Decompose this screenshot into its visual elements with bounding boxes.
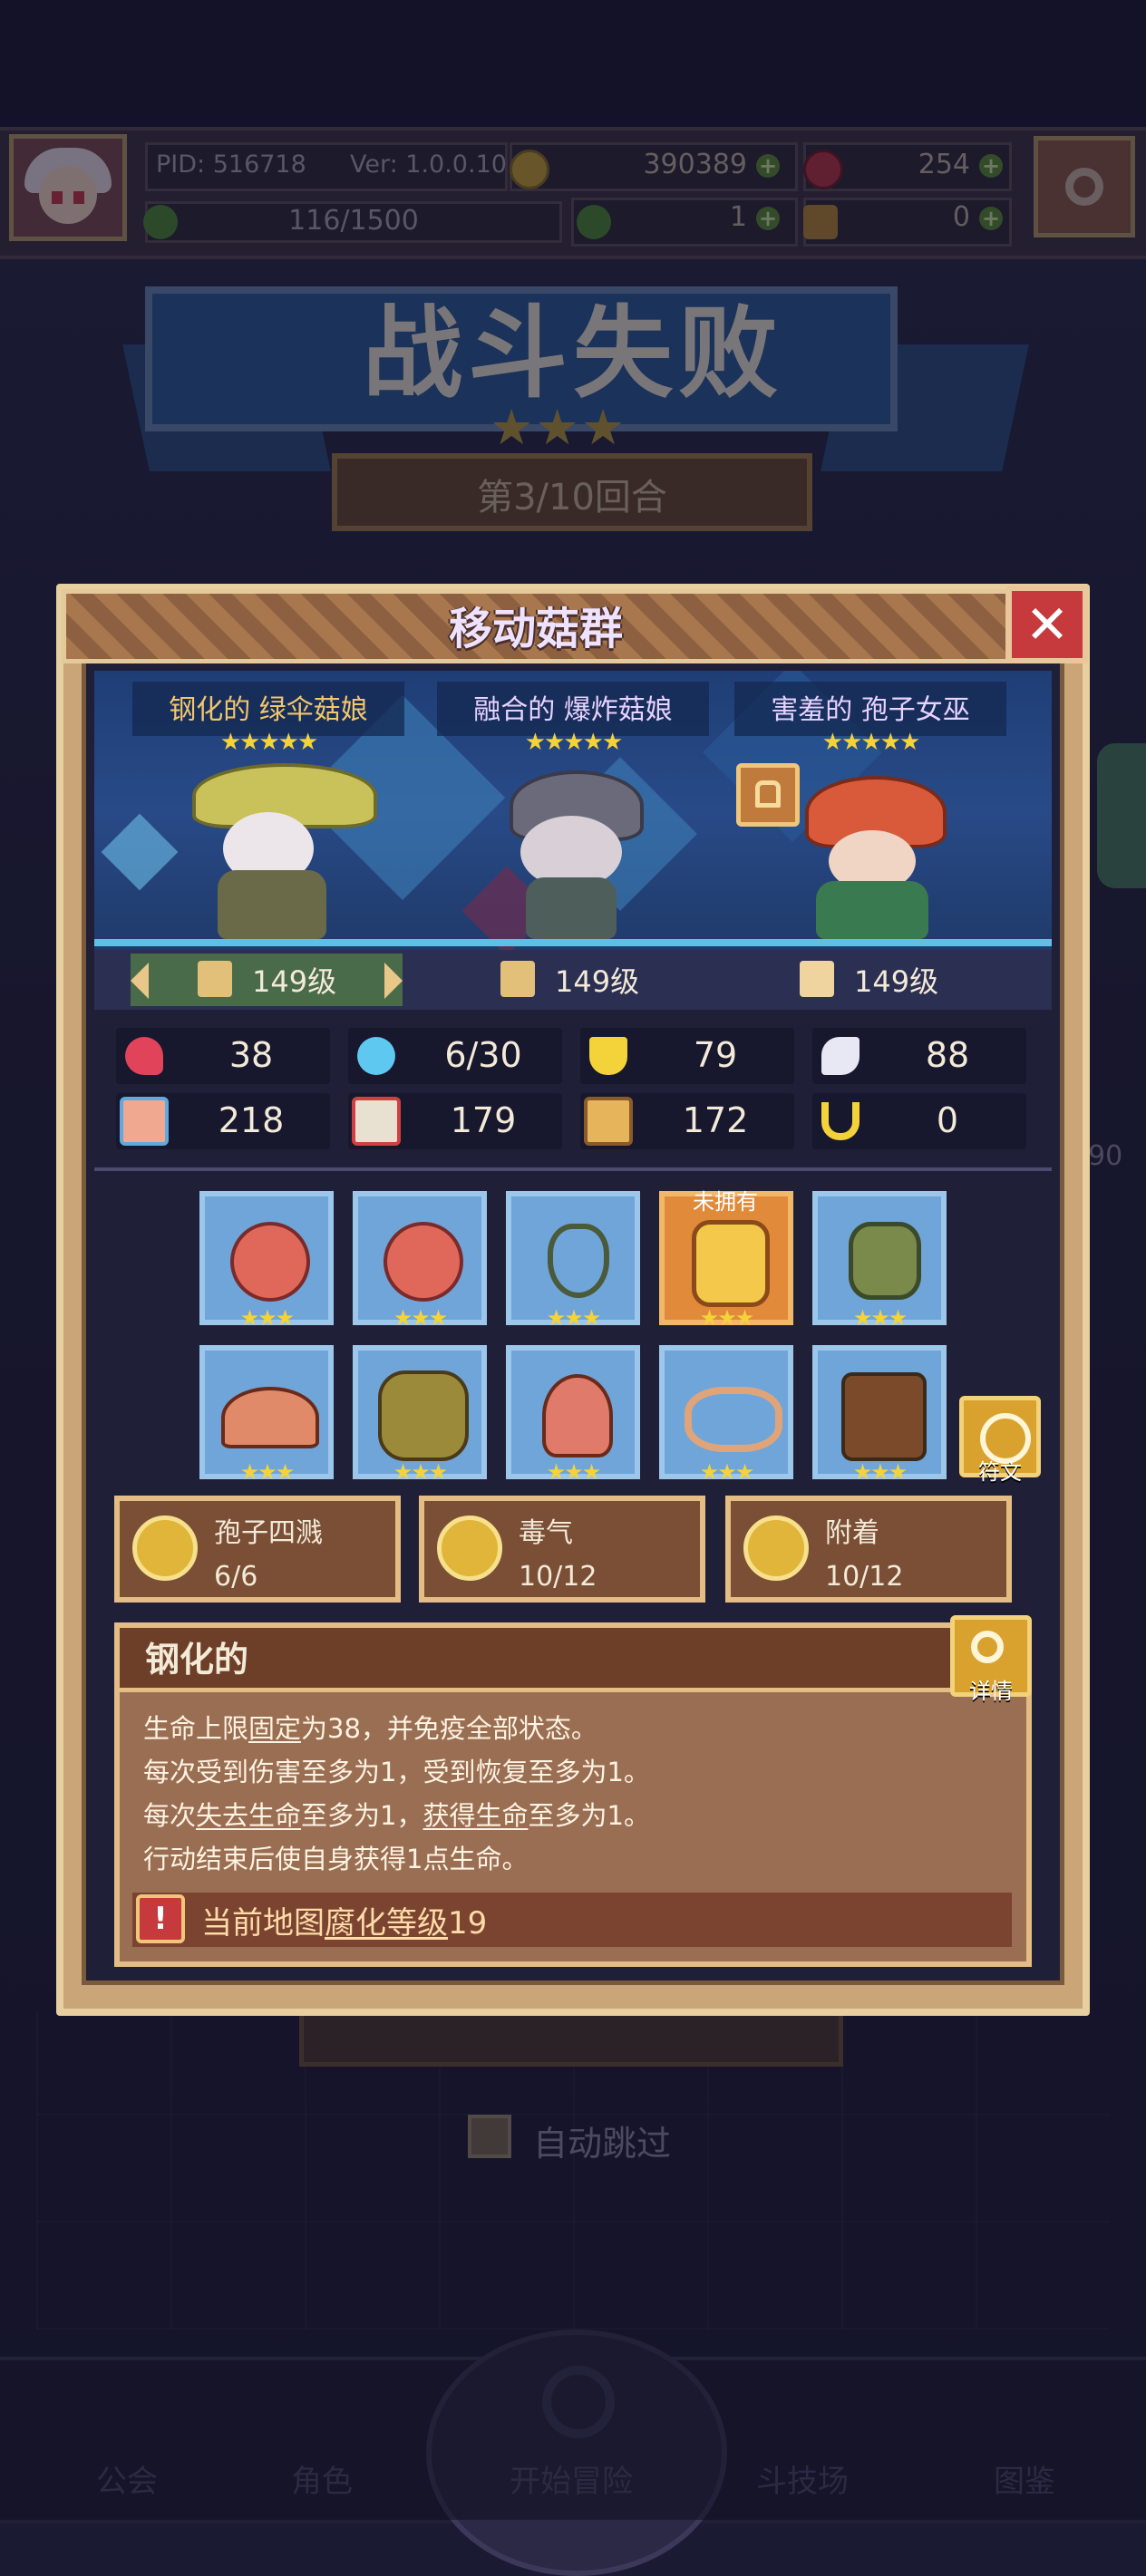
trait-line-1: 生命上限固定为38，并免疫全部状态。 xyxy=(143,1713,597,1744)
equip-slot-1-stars: ★★★ xyxy=(239,1305,296,1331)
fist-icon xyxy=(120,1097,169,1146)
equip-slot-3-stars: ★★★ xyxy=(546,1305,602,1331)
equip-slot-9-stars: ★★★ xyxy=(699,1459,755,1485)
close-button[interactable]: ✕ xyxy=(1006,586,1088,663)
trait-line-4: 行动结束后使自身获得1点生命。 xyxy=(143,1844,529,1874)
char3-body xyxy=(816,881,928,939)
detail-label: 详情 xyxy=(969,1679,1013,1704)
stat-defense-value: 79 xyxy=(693,1035,738,1075)
char3-stars: ★★★★★ xyxy=(821,729,921,756)
equip-slot-10-stars: ★★★ xyxy=(852,1459,908,1485)
chest-armor-icon xyxy=(692,1220,770,1307)
water-drop-icon xyxy=(357,1037,395,1075)
mushroom-icon xyxy=(542,1374,613,1457)
char2-name: 融合的 爆炸菇娘 xyxy=(473,694,673,726)
char1-body xyxy=(218,870,326,939)
equip-slot-4-stars: ★★★ xyxy=(699,1305,755,1331)
mushroom-cap-icon xyxy=(221,1387,319,1448)
rune-label: 符文 xyxy=(978,1459,1022,1485)
equip-slot-8-stars: ★★★ xyxy=(546,1459,602,1485)
lose-life-keyword[interactable]: 失去生命 xyxy=(196,1800,301,1831)
skill-3-name: 附着 xyxy=(825,1517,879,1549)
boots-icon xyxy=(841,1372,927,1461)
char3-level: 149级 xyxy=(854,964,939,999)
stat-magic-value: 179 xyxy=(450,1100,517,1140)
gain-life-keyword[interactable]: 获得生命 xyxy=(422,1800,528,1831)
armor-icon xyxy=(378,1370,469,1461)
wrench-icon xyxy=(800,961,834,997)
bracelet-icon xyxy=(685,1387,782,1452)
stat-attack-value: 218 xyxy=(218,1100,285,1140)
equip-slot-5-stars: ★★★ xyxy=(852,1305,908,1331)
skill-3-icon xyxy=(743,1516,809,1581)
trait-line-2: 每次受到伤害至多为1，受到恢复至多为1。 xyxy=(143,1757,650,1787)
scene-floor xyxy=(94,939,1052,946)
skill-2-level: 10/12 xyxy=(519,1561,597,1593)
scroll-icon xyxy=(584,1097,633,1146)
prev-arrow-icon[interactable] xyxy=(131,963,149,999)
skill-1-name: 孢子四溅 xyxy=(214,1517,323,1549)
char2-stars: ★★★★★ xyxy=(524,729,624,756)
lock-icon[interactable] xyxy=(736,763,800,827)
corruption-text: 当前地图腐化等级19 xyxy=(201,1905,488,1942)
skill-1-level: 6/6 xyxy=(214,1561,258,1593)
trait-line-3: 每次失去生命至多为1，获得生命至多为1。 xyxy=(143,1800,650,1831)
stat-resist-value: 172 xyxy=(682,1100,749,1140)
char2-level: 149级 xyxy=(555,964,640,999)
section-divider xyxy=(94,1167,1052,1171)
skill-3-level: 10/12 xyxy=(825,1561,904,1593)
char1-stars: ★★★★★ xyxy=(219,729,319,756)
char1-name: 钢化的 绿伞菇娘 xyxy=(169,694,368,726)
spotted-egg-icon xyxy=(384,1222,463,1302)
shield-icon xyxy=(589,1037,627,1075)
warning-icon: ! xyxy=(136,1894,185,1943)
spotted-egg-icon xyxy=(230,1222,310,1302)
close-icon: ✕ xyxy=(1025,594,1070,655)
ring-icon xyxy=(849,1222,921,1300)
char3-name: 害羞的 孢子女巫 xyxy=(771,694,970,726)
stat-hp-value: 38 xyxy=(228,1035,274,1075)
not-owned-label: 未拥有 xyxy=(693,1189,758,1215)
stat-luck-value: 0 xyxy=(936,1100,959,1140)
shell-icon xyxy=(198,961,232,997)
equip-slot-7-stars: ★★★ xyxy=(393,1459,449,1485)
char2-body xyxy=(526,877,617,939)
spellbook-icon xyxy=(352,1097,401,1146)
trait-title: 钢化的 xyxy=(145,1640,249,1680)
horseshoe-icon xyxy=(821,1102,860,1140)
dialog-title: 移动菇群 xyxy=(448,604,623,654)
char1-level: 149级 xyxy=(252,964,337,999)
box-icon xyxy=(500,961,535,997)
skill-1-icon xyxy=(132,1516,198,1581)
skill-2-name: 毒气 xyxy=(519,1517,573,1549)
heart-icon xyxy=(125,1037,163,1075)
necklace-icon xyxy=(548,1224,609,1298)
equip-slot-6-stars: ★★★ xyxy=(239,1459,296,1485)
magnifier-icon xyxy=(971,1631,1004,1663)
stat-speed-value: 88 xyxy=(925,1035,970,1075)
fixed-keyword[interactable]: 固定 xyxy=(248,1713,301,1744)
stat-mana-value: 6/30 xyxy=(444,1035,522,1075)
equip-slot-2-stars: ★★★ xyxy=(393,1305,449,1331)
next-arrow-icon[interactable] xyxy=(384,963,403,999)
corruption-keyword[interactable]: 腐化等级 xyxy=(325,1905,448,1942)
skill-2-icon xyxy=(437,1516,502,1581)
wing-icon xyxy=(821,1037,860,1075)
